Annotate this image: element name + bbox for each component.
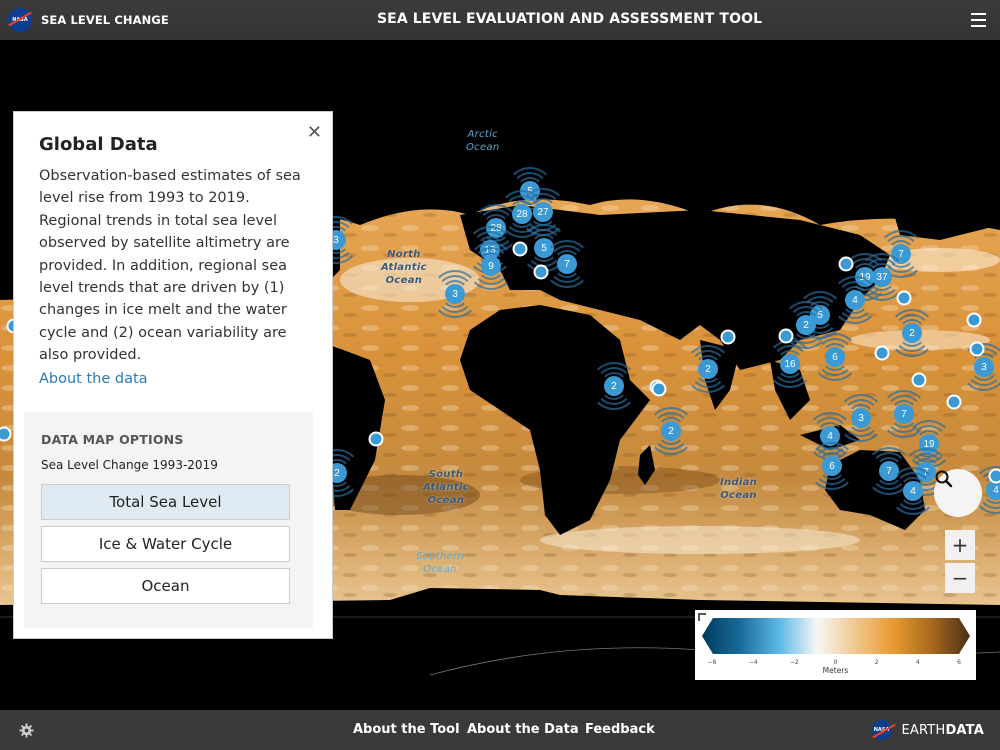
brand[interactable]: NASA SEA LEVEL CHANGE [8, 8, 169, 32]
station-pin[interactable] [874, 345, 890, 361]
south-atlantic-ocean-label: South Atlantic Ocean [423, 469, 469, 506]
cluster-marker-australia-west[interactable]: 6 [808, 442, 856, 490]
legend-tick-label: 2 [874, 659, 879, 666]
cluster-marker-australia-north[interactable]: 3 [837, 394, 885, 442]
station-pin[interactable] [946, 394, 962, 410]
station-pin[interactable] [368, 431, 384, 447]
about-the-tool-link[interactable]: About the Tool [353, 722, 460, 737]
legend-gradient [702, 618, 970, 654]
cluster-count[interactable]: 2 [902, 323, 922, 343]
legend-colorbar [702, 618, 970, 654]
footer: About the Tool About the Data Feedback N… [0, 710, 1000, 750]
cluster-count[interactable]: 37 [872, 267, 892, 287]
legend-tick-label: −4 [748, 659, 758, 666]
cluster-marker-eastern-med[interactable]: 7 [543, 240, 591, 288]
cluster-marker-madagascar-east[interactable]: 2 [647, 407, 695, 455]
cluster-count[interactable]: 7 [557, 254, 577, 274]
nasa-logo-icon: NASA [871, 720, 892, 740]
legend-tick-label: −6 [707, 659, 717, 666]
panel-description: Observation-based estimates of sea level… [39, 168, 301, 364]
app-title: SEA LEVEL EVALUATION AND ASSESSMENT TOOL [377, 11, 763, 27]
options-heading: DATA MAP OPTIONS [41, 432, 184, 447]
cluster-marker-malaysia[interactable]: 16 [766, 340, 814, 388]
cluster-marker-australia-northeast[interactable]: 7 [880, 390, 928, 438]
search-icon [935, 470, 953, 488]
nasa-logo-icon: NASA [8, 8, 32, 32]
legend-tick-label: 6 [957, 659, 961, 666]
header: NASA SEA LEVEL CHANGE SEA LEVEL EVALUATI… [0, 0, 1000, 40]
cluster-count[interactable]: 3 [851, 408, 871, 428]
station-pin[interactable] [533, 264, 549, 280]
north-atlantic-ocean-label: North Atlantic Ocean [381, 249, 427, 286]
data-map-options: DATA MAP OPTIONS Sea Level Change 1993-2… [24, 412, 313, 628]
cluster-marker-japan[interactable]: 37 [858, 253, 906, 301]
cluster-marker-tasmania[interactable]: 4 [889, 467, 937, 515]
cluster-count[interactable]: 27 [533, 202, 553, 222]
cluster-marker-pacific-north[interactable]: 2 [888, 309, 936, 357]
cluster-marker-east-africa[interactable]: 2 [590, 362, 638, 410]
about-the-data-link[interactable]: About the data [39, 371, 148, 387]
station-pin[interactable] [651, 381, 667, 397]
cluster-count[interactable]: 3 [974, 357, 994, 377]
color-legend: −6 −4 −2 0 2 4 6 Meters [695, 610, 976, 680]
earthdata-text: EARTHDATA [901, 722, 984, 738]
station-pin[interactable] [988, 468, 1000, 484]
station-pin[interactable] [966, 312, 982, 328]
cluster-count[interactable]: 6 [825, 347, 845, 367]
hamburger-menu-icon[interactable] [971, 13, 986, 27]
station-pin[interactable] [969, 341, 985, 357]
cluster-marker-taiwan[interactable]: 4 [831, 276, 879, 324]
cluster-count[interactable]: 2 [796, 315, 816, 335]
cluster-count[interactable]: 2 [661, 421, 681, 441]
station-pin[interactable] [911, 372, 927, 388]
legend-tick-label: −2 [789, 659, 799, 666]
panel-title: Global Data [39, 134, 158, 155]
total-sea-level-button[interactable]: Total Sea Level [41, 484, 290, 520]
southern-ocean-label: Southern Ocean [416, 551, 465, 575]
cluster-marker-pacific-islands[interactable]: 3 [960, 343, 1000, 391]
cluster-count[interactable]: 4 [845, 290, 865, 310]
cluster-marker-borneo[interactable]: 6 [811, 333, 859, 381]
cluster-marker-canary[interactable]: 3 [431, 270, 479, 318]
cluster-count[interactable]: 3 [445, 284, 465, 304]
cluster-marker-iberia[interactable]: 9 [467, 242, 515, 290]
legend-unit: Meters [822, 666, 849, 675]
station-pin[interactable] [778, 328, 794, 344]
gear-icon[interactable] [19, 723, 34, 738]
close-icon[interactable]: ✕ [307, 124, 322, 142]
options-subheading: Sea Level Change 1993-2019 [41, 458, 218, 472]
ocean-button[interactable]: Ocean [41, 568, 290, 604]
cluster-marker-arabian-sea[interactable]: 2 [684, 345, 732, 393]
station-pin[interactable] [896, 290, 912, 306]
cluster-marker-baltic-east[interactable]: 27 [519, 188, 567, 236]
cluster-count[interactable]: 6 [822, 456, 842, 476]
station-pin[interactable] [838, 256, 854, 272]
feedback-link[interactable]: Feedback [585, 722, 655, 737]
legend-tick-label: 0 [833, 659, 838, 666]
cluster-marker-vietnam[interactable]: 2 [782, 301, 830, 349]
cluster-count[interactable]: 7 [894, 404, 914, 424]
zoom-in-button[interactable]: + [945, 530, 975, 560]
map-search-button[interactable] [934, 469, 982, 517]
cluster-count[interactable]: 4 [903, 481, 923, 501]
zoom-out-button[interactable]: − [945, 563, 975, 593]
arctic-ocean-label: Arctic Ocean [466, 129, 500, 153]
cluster-count[interactable]: 16 [780, 354, 800, 374]
cluster-count[interactable]: 2 [604, 376, 624, 396]
app-root: NASA SEA LEVEL CHANGE SEA LEVEL EVALUATI… [0, 0, 1000, 750]
legend-tick-label: 4 [915, 659, 920, 666]
cluster-count[interactable]: 9 [481, 256, 501, 276]
global-data-panel: ✕ Global Data Observation-based estimate… [13, 111, 333, 639]
station-pin[interactable] [512, 241, 528, 257]
indian-ocean-label: Indian Ocean [720, 477, 758, 501]
ice-water-cycle-button[interactable]: Ice & Water Cycle [41, 526, 290, 562]
earthdata-logo[interactable]: NASA EARTHDATA [871, 720, 984, 740]
about-the-data-footer-link[interactable]: About the Data [467, 722, 579, 737]
station-pin[interactable] [720, 329, 736, 345]
brand-name: SEA LEVEL CHANGE [41, 13, 169, 27]
cluster-count[interactable]: 2 [698, 359, 718, 379]
